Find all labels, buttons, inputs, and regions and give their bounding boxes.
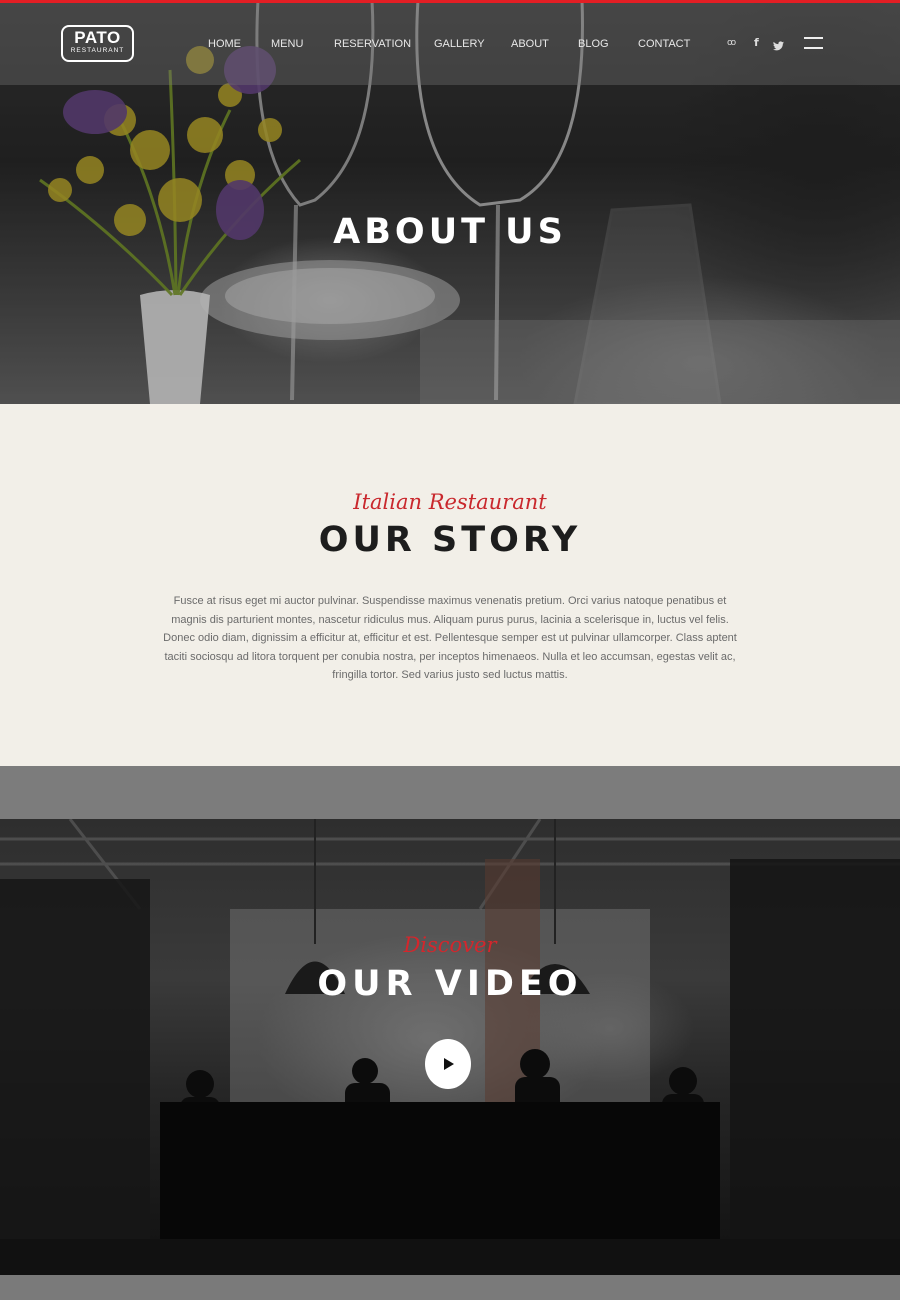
our-story-section: Italian Restaurant OUR STORY Fusce at ri… [0, 404, 900, 766]
our-video-section: Discover OUR VIDEO [0, 819, 900, 1275]
story-kicker: Italian Restaurant [353, 490, 547, 514]
nav-item-gallery[interactable]: GALLERY [434, 37, 485, 51]
hero-banner: PATO RESTAURANT HOME MENU RESERVATION GA… [0, 0, 900, 404]
main-nav: HOME MENU RESERVATION GALLERY ABOUT BLOG… [0, 37, 900, 51]
video-kicker: Discover [403, 933, 497, 957]
story-body: Fusce at risus eget mi auctor pulvinar. … [163, 595, 737, 682]
section-divider-band [0, 766, 900, 819]
video-title: OUR VIDEO [317, 964, 583, 1004]
nav-item-reservation[interactable]: RESERVATION [334, 37, 411, 51]
nav-item-about[interactable]: ABOUT [511, 37, 549, 51]
nav-item-menu[interactable]: MENU [271, 37, 303, 51]
hamburger-menu-icon[interactable] [804, 37, 823, 49]
twitter-icon[interactable] [773, 39, 784, 53]
footer-band [0, 1275, 900, 1300]
story-title: OUR STORY [318, 520, 582, 560]
tripadvisor-icon[interactable]: ꝏ [727, 36, 736, 50]
nav-item-home[interactable]: HOME [208, 37, 241, 51]
nav-item-contact[interactable]: CONTACT [638, 37, 690, 51]
play-button[interactable] [425, 1039, 471, 1089]
play-icon [444, 1058, 454, 1070]
facebook-icon[interactable]: f [754, 36, 759, 50]
nav-item-blog[interactable]: BLOG [578, 37, 609, 51]
page-title: ABOUT US [333, 212, 567, 252]
